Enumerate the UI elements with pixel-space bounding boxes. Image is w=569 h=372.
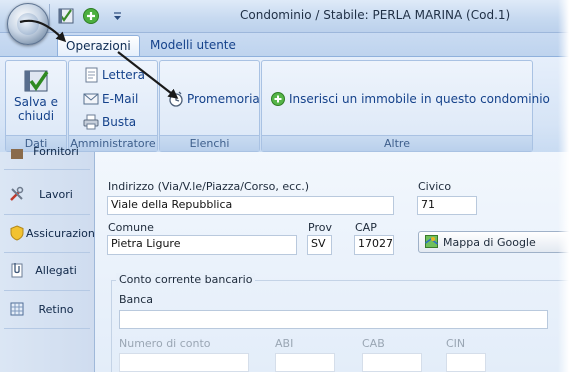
sidebar-item-fornitori[interactable]: Fornitori [0, 142, 94, 164]
indirizzo-label: Indirizzo (Via/V.le/Piazza/Corso, ecc.) [108, 180, 310, 193]
tab-modelli-utente[interactable]: Modelli utente [142, 35, 244, 56]
banca-label: Banca [119, 293, 154, 306]
google-maps-label: Mappa di Google [443, 235, 536, 249]
email-icon [83, 91, 99, 107]
ribbon: Salva e chiudi Dati Lettera E-Mail Busta … [0, 56, 569, 154]
cap-label: CAP [355, 221, 377, 234]
save-close-icon [22, 67, 50, 95]
sidebar-item-lavori[interactable]: Lavori [0, 176, 94, 212]
numero-conto-label: Numero di conto [119, 337, 211, 350]
banca-field[interactable] [119, 310, 548, 329]
ribbon-group-elenchi: Promemoria Elenchi [159, 60, 260, 152]
tab-operazioni[interactable]: Operazioni [57, 35, 140, 57]
insert-property-button[interactable]: Inserisci un immobile in questo condomin… [270, 91, 550, 107]
sidebar-item-assicurazioni[interactable]: Assicurazioni [0, 215, 98, 251]
customize-arrow-icon[interactable] [113, 7, 122, 25]
ribbon-group-dati: Salva e chiudi Dati [5, 60, 67, 152]
save-label-line1: Salva e [14, 95, 58, 109]
promemoria-label: Promemoria [187, 92, 260, 106]
navigation-sidebar: Fornitori Lavori Assicurazioni Allegati … [0, 145, 98, 372]
group-label-altre: Altre [262, 135, 532, 151]
reminder-icon [168, 91, 184, 107]
application-window: Condominio / Stabile: PERLA MARINA (Cod.… [0, 0, 569, 372]
application-menu-button[interactable] [7, 3, 49, 45]
add-circle-icon [270, 91, 286, 107]
app-logo-icon [17, 13, 39, 35]
tools-icon [9, 186, 25, 202]
busta-label: Busta [102, 115, 137, 129]
shield-icon [9, 225, 25, 241]
ribbon-group-amministratore: Lettera E-Mail Busta Amministratore [68, 60, 158, 152]
bank-account-legend: Conto corrente bancario [116, 273, 256, 286]
cab-label: CAB [362, 337, 385, 350]
cap-field[interactable]: 17027 [354, 235, 394, 255]
prov-label: Prov [308, 221, 332, 234]
busta-button[interactable]: Busta [83, 114, 136, 130]
lettera-label: Lettera [102, 68, 145, 82]
email-button[interactable]: E-Mail [83, 91, 138, 107]
sidebar-label-lavori: Lavori [39, 187, 73, 201]
cin-field[interactable] [446, 353, 486, 372]
civico-label: Civico [418, 180, 452, 193]
promemoria-button[interactable]: Promemoria [168, 91, 260, 107]
google-maps-button[interactable]: Mappa di Google [418, 231, 569, 253]
suppliers-icon [9, 145, 25, 161]
envelope-print-icon [83, 114, 99, 130]
save-label-line2: chiudi [17, 109, 55, 123]
letter-icon [83, 67, 99, 83]
window-edge-fade [558, 0, 569, 372]
map-grid-icon [9, 301, 25, 317]
civico-field[interactable]: 71 [417, 196, 477, 215]
add-icon[interactable] [82, 7, 100, 25]
comune-label: Comune [108, 221, 154, 234]
attachment-icon [9, 262, 25, 278]
sidebar-label-assicurazioni: Assicurazioni [26, 226, 98, 240]
cin-label: CIN [446, 337, 466, 350]
email-label: E-Mail [102, 92, 139, 106]
ribbon-group-altre: Inserisci un immobile in questo condomin… [261, 60, 550, 152]
sidebar-label-retino: Retino [38, 302, 74, 316]
abi-label: ABI [275, 337, 294, 350]
insert-property-label: Inserisci un immobile in questo condomin… [289, 92, 550, 106]
title-bar: Condominio / Stabile: PERLA MARINA (Cod.… [0, 0, 569, 33]
sidebar-label-allegati: Allegati [35, 263, 77, 277]
window-title: Condominio / Stabile: PERLA MARINA (Cod.… [240, 8, 511, 22]
prov-field[interactable]: SV [307, 235, 332, 255]
lettera-button[interactable]: Lettera [83, 67, 145, 83]
map-icon [425, 235, 438, 248]
sidebar-divider [4, 328, 90, 329]
sidebar-label-fornitori: Fornitori [33, 145, 79, 158]
sidebar-divider [4, 169, 90, 170]
sidebar-item-allegati[interactable]: Allegati [0, 252, 94, 288]
indirizzo-field[interactable]: Viale della Repubblica [107, 196, 394, 215]
abi-field[interactable] [275, 353, 335, 372]
numero-conto-field[interactable] [119, 353, 249, 372]
quick-access-separator [49, 4, 50, 26]
comune-field[interactable]: Pietra Ligure [107, 235, 297, 255]
ribbon-tabs: Operazioni Modelli utente [0, 33, 569, 57]
group-label-elenchi: Elenchi [160, 135, 259, 151]
save-icon[interactable] [58, 7, 74, 25]
save-and-close-button[interactable]: Salva e chiudi [6, 65, 66, 135]
cab-field[interactable] [362, 353, 422, 372]
sidebar-item-retino[interactable]: Retino [0, 291, 94, 327]
